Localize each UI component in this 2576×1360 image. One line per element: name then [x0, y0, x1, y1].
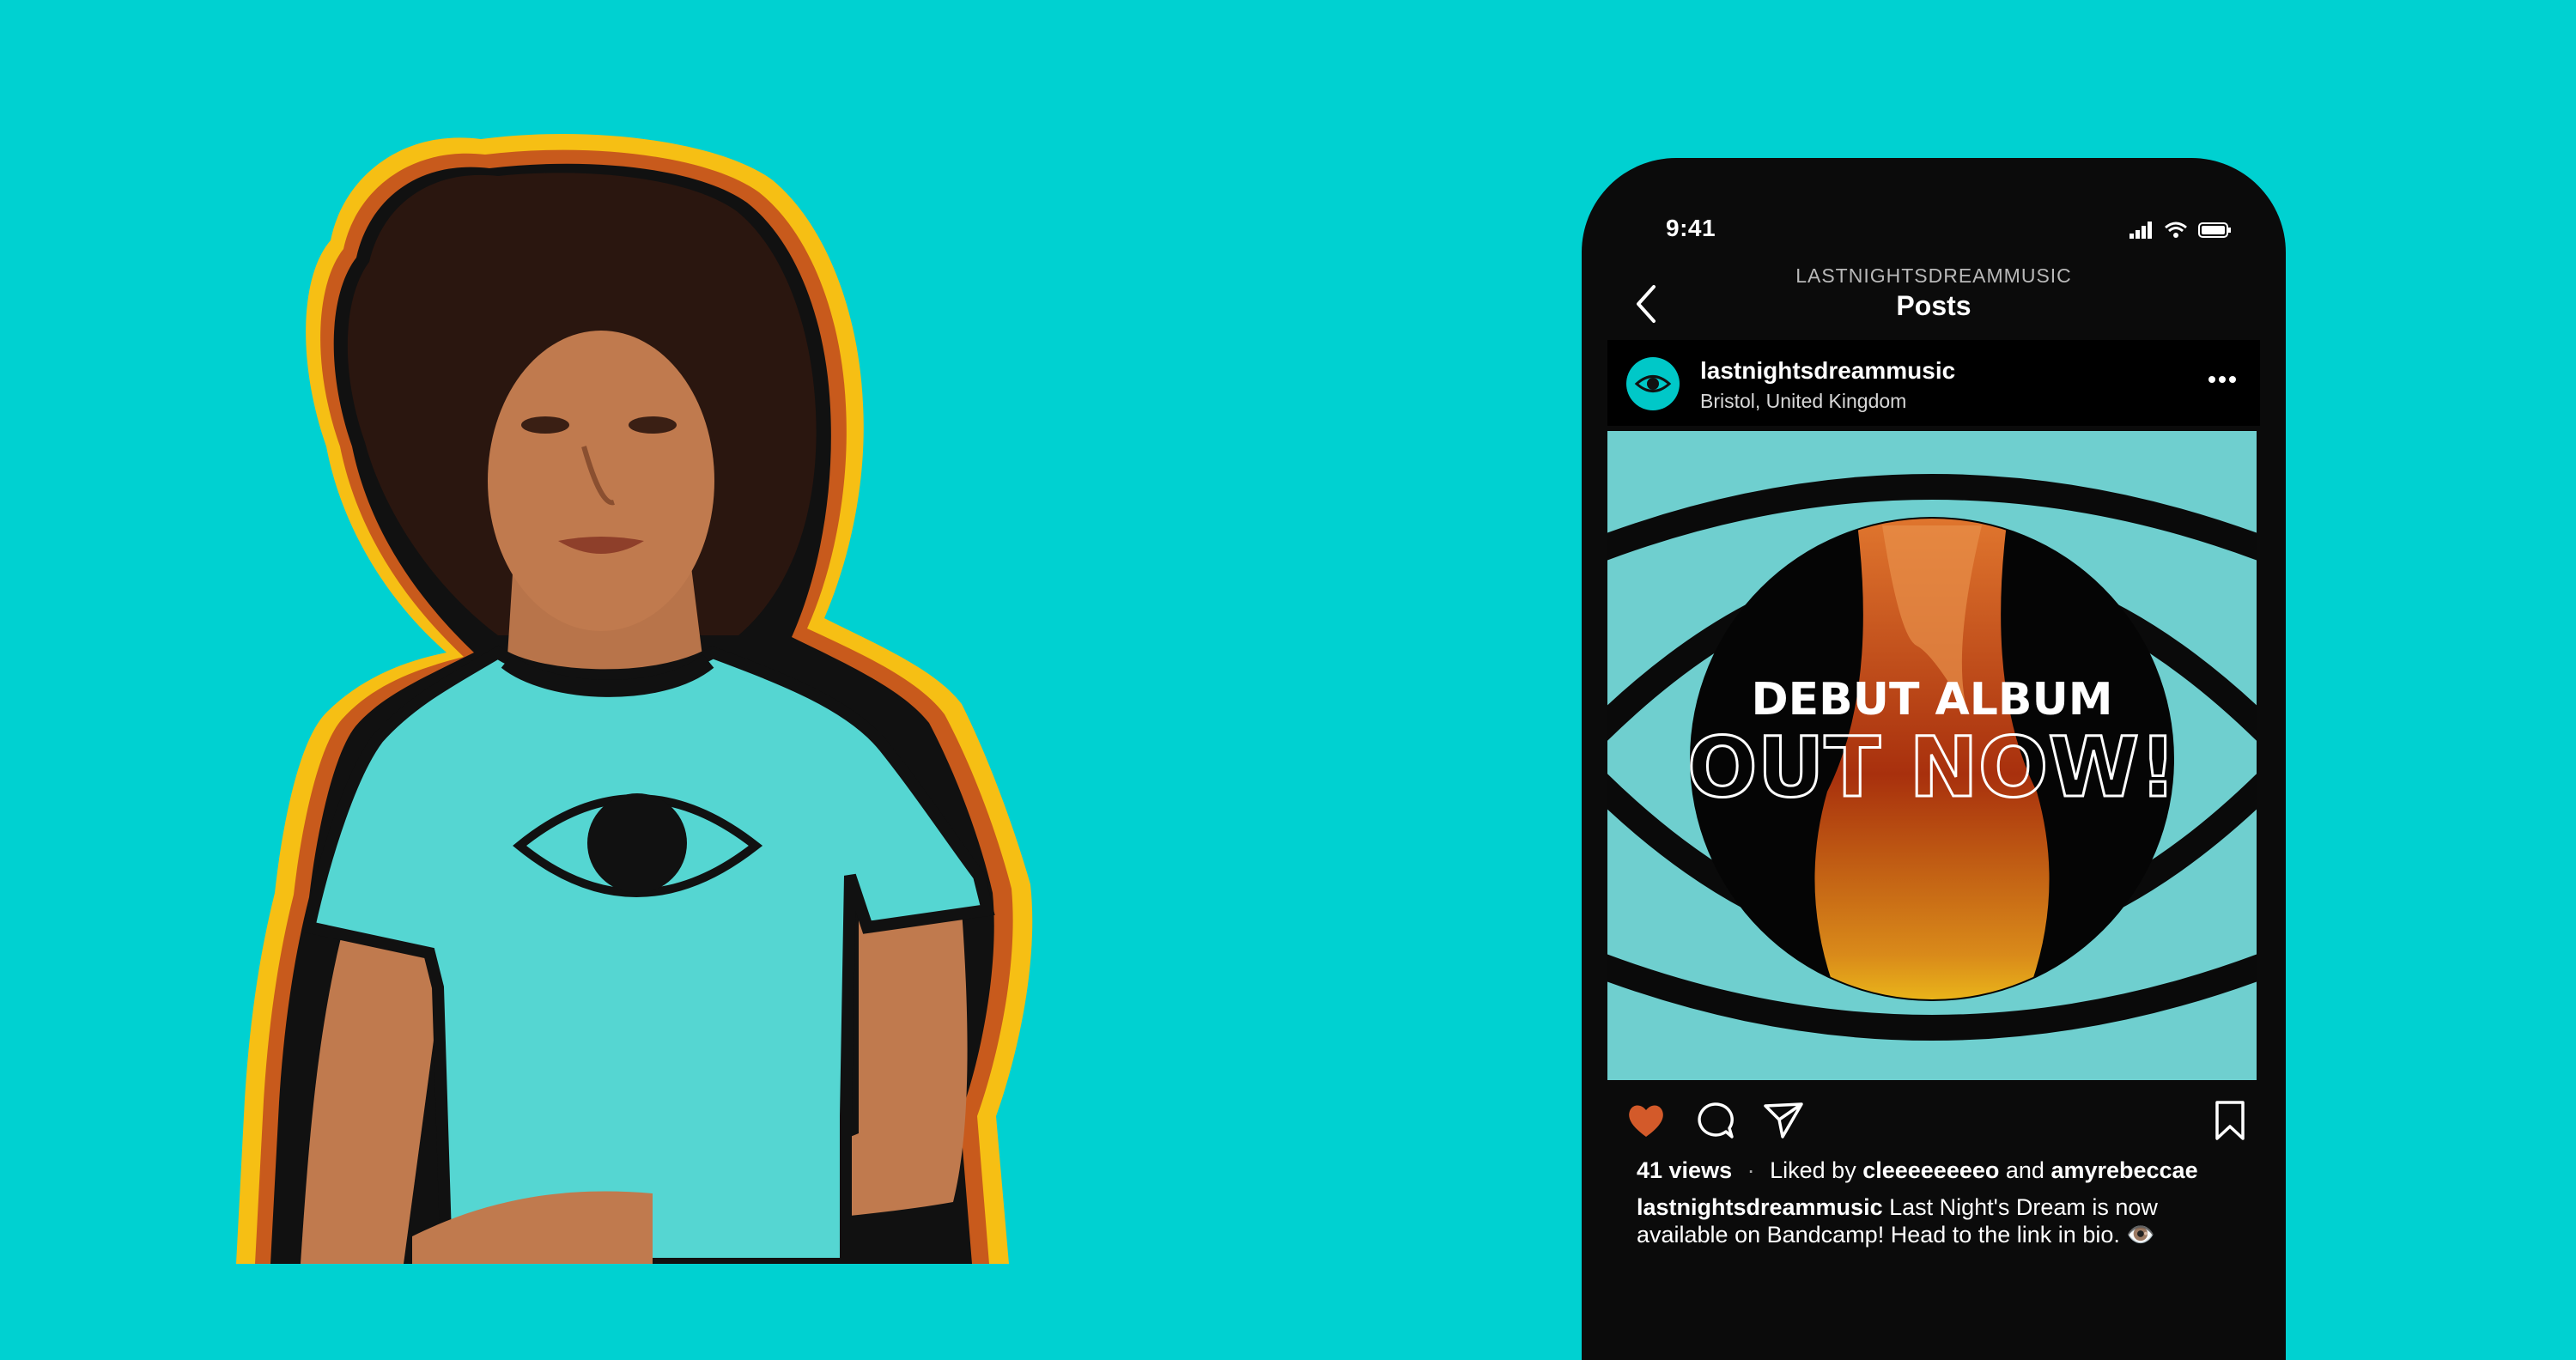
liked-by-and: and: [2005, 1157, 2044, 1183]
signal-icon: [2129, 222, 2152, 239]
post-location[interactable]: Bristol, United Kingdom: [1700, 390, 1906, 413]
more-dots-icon[interactable]: [2205, 371, 2239, 388]
post-username[interactable]: lastnightsdreammusic: [1700, 357, 1955, 385]
post-stats: 41 views · Liked by cleeeeeeeeo and amyr…: [1637, 1157, 2251, 1184]
post-caption: lastnightsdreammusic Last Night's Dream …: [1637, 1193, 2226, 1248]
album-text-line2: OUT NOW!: [1687, 719, 2177, 816]
eye-avatar-icon: [1634, 375, 1672, 392]
nav-username: LASTNIGHTSDREAMMUSIC: [1795, 264, 2072, 287]
comment-icon[interactable]: [1693, 1099, 1736, 1142]
liked-by-user2[interactable]: amyrebeccae: [2050, 1157, 2197, 1183]
post-image[interactable]: DEBUT ALBUM OUT NOW!: [1607, 431, 2257, 1080]
stats-separator: ·: [1747, 1157, 1755, 1183]
phone-mockup: 9:41 LASTNIGHTSDREAMMUSIC Posts lastnigh…: [1582, 158, 2286, 1360]
liked-by-user1[interactable]: cleeeeeeeeo: [1862, 1157, 1999, 1183]
post-actions: [1607, 1099, 2260, 1151]
views-count[interactable]: 41 views: [1637, 1157, 1732, 1183]
battery-icon: [2198, 222, 2231, 238]
status-time: 9:41: [1666, 215, 1716, 241]
heart-icon[interactable]: [1625, 1099, 1668, 1142]
liked-by-prefix: Liked by: [1770, 1157, 1856, 1183]
caption-username[interactable]: lastnightsdreammusic: [1637, 1194, 1883, 1220]
post-header: lastnightsdreammusic Bristol, United Kin…: [1607, 340, 2260, 426]
bookmark-icon[interactable]: [2208, 1099, 2251, 1142]
album-text-line1: DEBUT ALBUM: [1751, 674, 2112, 726]
page-title: Posts: [1896, 290, 1971, 321]
avatar[interactable]: [1626, 357, 1680, 410]
status-bar: 9:41: [1582, 158, 2286, 252]
nav-bar: LASTNIGHTSDREAMMUSIC Posts: [1582, 252, 2286, 338]
person-cutout-illustration: [236, 134, 1033, 1264]
status-icons: [2129, 220, 2233, 240]
wifi-icon: [2165, 222, 2187, 238]
share-icon[interactable]: [1762, 1099, 1805, 1142]
